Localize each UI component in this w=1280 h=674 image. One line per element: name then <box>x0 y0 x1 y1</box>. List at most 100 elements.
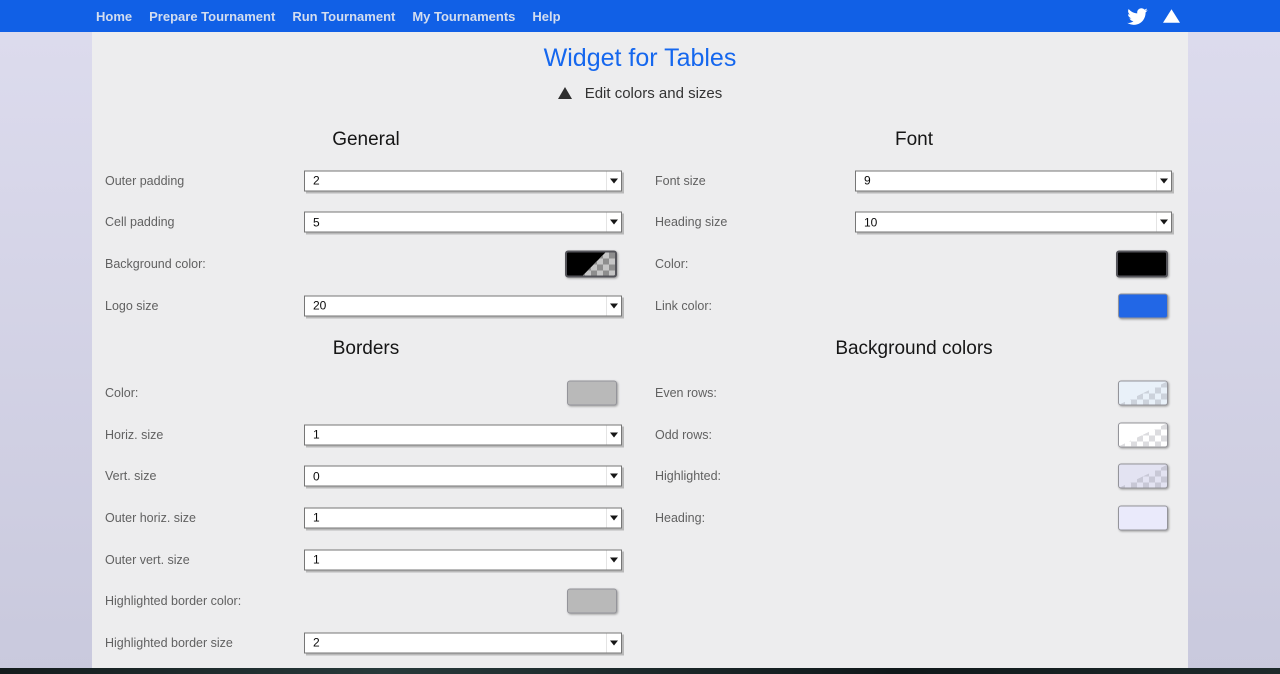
row-font-size: Font size 9 <box>640 160 1188 202</box>
background-color-swatch[interactable] <box>565 250 617 277</box>
highlighted-border-size-label: Highlighted border size <box>105 636 233 650</box>
horiz-size-select[interactable]: 1 <box>304 424 622 445</box>
nav-icons <box>1127 8 1180 25</box>
nav-item-home[interactable]: Home <box>96 9 132 24</box>
outer-padding-select[interactable]: 2 <box>304 170 622 191</box>
border-color-swatch[interactable] <box>567 381 617 406</box>
section-heading-font: Font <box>640 120 1188 160</box>
outer-horiz-size-label: Outer horiz. size <box>105 511 196 525</box>
logo-size-value: 20 <box>305 299 606 313</box>
outer-vert-size-label: Outer vert. size <box>105 553 190 567</box>
background-color-label: Background color: <box>105 257 206 271</box>
heading-size-value: 10 <box>856 215 1156 229</box>
row-outer-padding: Outer padding 2 <box>92 160 640 202</box>
dropdown-arrow-icon[interactable] <box>606 467 621 486</box>
top-navbar: Home Prepare Tournament Run Tournament M… <box>0 0 1280 32</box>
nav-item-my-tournaments[interactable]: My Tournaments <box>412 9 515 24</box>
font-color-swatch[interactable] <box>1116 250 1168 277</box>
dropdown-arrow-icon[interactable] <box>1156 171 1171 190</box>
edit-toggle-label: Edit colors and sizes <box>585 85 723 102</box>
logo-size-label: Logo size <box>105 299 159 313</box>
outer-vert-size-select[interactable]: 1 <box>304 549 622 570</box>
section-heading-background-colors: Background colors <box>640 326 1188 372</box>
triangle-up-icon[interactable] <box>1163 9 1180 23</box>
row-heading-bg: Heading: <box>640 497 1188 539</box>
dropdown-arrow-icon[interactable] <box>1156 213 1171 232</box>
font-size-value: 9 <box>856 174 1156 188</box>
heading-size-label: Heading size <box>655 215 727 229</box>
cell-padding-select[interactable]: 5 <box>304 212 622 233</box>
row-outer-vert-size: Outer vert. size 1 <box>92 539 640 581</box>
outer-horiz-size-select[interactable]: 1 <box>304 507 622 528</box>
odd-rows-swatch[interactable] <box>1118 422 1168 447</box>
even-rows-label: Even rows: <box>655 386 717 400</box>
row-link-color: Link color: <box>640 285 1188 327</box>
link-color-swatch[interactable] <box>1118 293 1168 318</box>
dropdown-arrow-icon[interactable] <box>606 171 621 190</box>
highlighted-bg-swatch[interactable] <box>1118 464 1168 489</box>
highlighted-border-color-label: Highlighted border color: <box>105 594 241 608</box>
dropdown-arrow-icon[interactable] <box>606 633 621 652</box>
bottom-dock-edge <box>0 668 1280 674</box>
nav-item-prepare-tournament[interactable]: Prepare Tournament <box>149 9 275 24</box>
outer-horiz-size-value: 1 <box>305 511 606 525</box>
logo-size-select[interactable]: 20 <box>304 295 622 316</box>
row-font-color: Color: <box>640 243 1188 285</box>
dropdown-arrow-icon[interactable] <box>606 213 621 232</box>
row-even-rows: Even rows: <box>640 372 1188 414</box>
font-size-select[interactable]: 9 <box>855 170 1172 191</box>
link-color-label: Link color: <box>655 299 712 313</box>
settings-columns: General Outer padding 2 Cell padding 5 B… <box>92 103 1188 664</box>
row-horiz-size: Horiz. size 1 <box>92 414 640 456</box>
content-panel: Widget for Tables Edit colors and sizes … <box>92 32 1188 668</box>
heading-bg-label: Heading: <box>655 511 705 525</box>
row-outer-horiz-size: Outer horiz. size 1 <box>92 497 640 539</box>
dropdown-arrow-icon[interactable] <box>606 296 621 315</box>
outer-padding-label: Outer padding <box>105 174 184 188</box>
heading-bg-swatch[interactable] <box>1118 505 1168 530</box>
dropdown-arrow-icon[interactable] <box>606 425 621 444</box>
outer-vert-size-value: 1 <box>305 553 606 567</box>
horiz-size-label: Horiz. size <box>105 428 163 442</box>
vert-size-select[interactable]: 0 <box>304 466 622 487</box>
vert-size-label: Vert. size <box>105 469 156 483</box>
highlighted-border-color-swatch[interactable] <box>567 589 617 614</box>
horiz-size-value: 1 <box>305 428 606 442</box>
row-highlighted-bg: Highlighted: <box>640 456 1188 498</box>
heading-size-select[interactable]: 10 <box>855 212 1172 233</box>
section-heading-general: General <box>92 120 640 160</box>
cell-padding-label: Cell padding <box>105 215 175 229</box>
highlighted-border-size-select[interactable]: 2 <box>304 632 622 653</box>
dropdown-arrow-icon[interactable] <box>606 550 621 569</box>
row-heading-size: Heading size 10 <box>640 202 1188 244</box>
font-size-label: Font size <box>655 174 706 188</box>
even-rows-swatch[interactable] <box>1118 381 1168 406</box>
vert-size-value: 0 <box>305 469 606 483</box>
row-border-color: Color: <box>92 372 640 414</box>
dropdown-arrow-icon[interactable] <box>606 508 621 527</box>
highlighted-border-size-value: 2 <box>305 636 606 650</box>
row-vert-size: Vert. size 0 <box>92 456 640 498</box>
row-odd-rows: Odd rows: <box>640 414 1188 456</box>
row-cell-padding: Cell padding 5 <box>92 202 640 244</box>
row-highlighted-border-size: Highlighted border size 2 <box>92 622 640 664</box>
right-column: Font Font size 9 Heading size 10 Color: <box>640 103 1188 664</box>
edit-colors-toggle[interactable]: Edit colors and sizes <box>92 83 1188 103</box>
left-column: General Outer padding 2 Cell padding 5 B… <box>92 103 640 664</box>
edit-toggle-triangle-icon <box>558 87 572 99</box>
cell-padding-value: 5 <box>305 215 606 229</box>
twitter-icon[interactable] <box>1127 8 1148 25</box>
font-color-label: Color: <box>655 257 688 271</box>
row-background-color: Background color: <box>92 243 640 285</box>
row-logo-size: Logo size 20 <box>92 285 640 327</box>
outer-padding-value: 2 <box>305 174 606 188</box>
nav-item-help[interactable]: Help <box>532 9 560 24</box>
border-color-label: Color: <box>105 386 138 400</box>
row-highlighted-border-color: Highlighted border color: <box>92 580 640 622</box>
nav-menu: Home Prepare Tournament Run Tournament M… <box>96 9 561 24</box>
highlighted-bg-label: Highlighted: <box>655 469 721 483</box>
section-heading-borders: Borders <box>92 326 640 372</box>
odd-rows-label: Odd rows: <box>655 428 712 442</box>
nav-item-run-tournament[interactable]: Run Tournament <box>292 9 395 24</box>
page-title: Widget for Tables <box>92 42 1188 74</box>
